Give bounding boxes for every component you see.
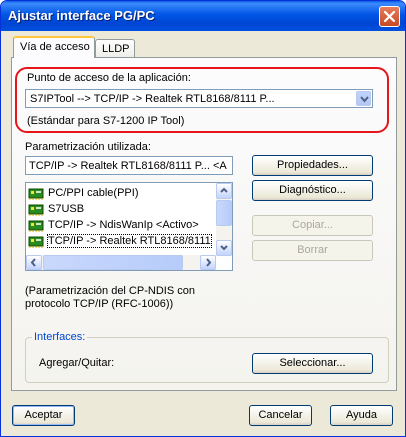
list-item-label: TCP/IP -> NdisWanIp <Activo> xyxy=(48,219,199,231)
close-button[interactable] xyxy=(379,6,400,27)
list-vertical-scrollbar[interactable] xyxy=(216,183,232,256)
add-remove-label: Agregar/Quitar: xyxy=(39,357,115,369)
select-interfaces-button[interactable]: Seleccionar... xyxy=(252,353,373,374)
tab-lldp-label: LLDP xyxy=(102,43,130,55)
properties-button[interactable]: Propiedades... xyxy=(252,155,373,176)
chevron-left-icon xyxy=(30,258,36,267)
network-card-icon xyxy=(28,204,44,216)
scroll-up-button[interactable] xyxy=(216,183,232,199)
parametrization-value: TCP/IP -> Realtek RTL8168/8111 P... <A xyxy=(29,160,227,172)
scroll-thumb-vertical[interactable] xyxy=(216,200,232,226)
scroll-down-button[interactable] xyxy=(216,240,232,256)
chevron-down-icon xyxy=(220,245,228,251)
scroll-left-button[interactable] xyxy=(26,255,42,270)
chevron-up-icon xyxy=(220,187,228,193)
diagnostics-button[interactable]: Diagnóstico... xyxy=(252,180,373,201)
dialog-window: Ajustar interface PG/PC Vía de acceso LL… xyxy=(0,0,406,437)
chevron-right-icon xyxy=(206,258,212,267)
interfaces-legend: Interfaces: xyxy=(32,331,88,343)
copy-button[interactable]: Copiar... xyxy=(252,215,373,236)
window-title: Ajustar interface PG/PC xyxy=(8,8,155,23)
parametrization-label: Parametrización utilizada: xyxy=(25,141,151,153)
network-card-icon xyxy=(28,236,44,248)
tab-access-path[interactable]: Vía de acceso xyxy=(13,36,95,58)
close-icon xyxy=(383,10,396,23)
list-horizontal-scrollbar[interactable] xyxy=(26,255,216,270)
highlight-frame xyxy=(15,67,389,133)
parametrization-description: (Parametrización del CP-NDIS con protoco… xyxy=(25,285,195,310)
tab-lldp[interactable]: LLDP xyxy=(95,39,135,59)
parametrization-field[interactable]: TCP/IP -> Realtek RTL8168/8111 P... <A xyxy=(25,156,233,175)
network-card-icon xyxy=(28,220,44,232)
scroll-thumb-horizontal[interactable] xyxy=(43,255,183,270)
title-bar[interactable]: Ajustar interface PG/PC xyxy=(1,1,405,31)
network-card-icon xyxy=(28,188,44,200)
tab-access-path-label: Vía de acceso xyxy=(20,41,90,53)
list-item-label: TCP/IP -> Realtek RTL8168/8111 xyxy=(47,234,212,248)
delete-button[interactable]: Borrar xyxy=(252,240,373,261)
cancel-button[interactable]: Cancelar xyxy=(249,405,312,426)
list-item-label: S7USB xyxy=(48,203,85,215)
scroll-right-button[interactable] xyxy=(200,255,216,270)
interface-list[interactable]: PC/PPI cable(PPI) S7USB TCP/IP -> NdisWa… xyxy=(25,182,233,271)
help-button[interactable]: Ayuda xyxy=(330,405,393,426)
list-item-label: PC/PPI cable(PPI) xyxy=(48,187,139,199)
accept-button[interactable]: Aceptar xyxy=(12,405,75,426)
